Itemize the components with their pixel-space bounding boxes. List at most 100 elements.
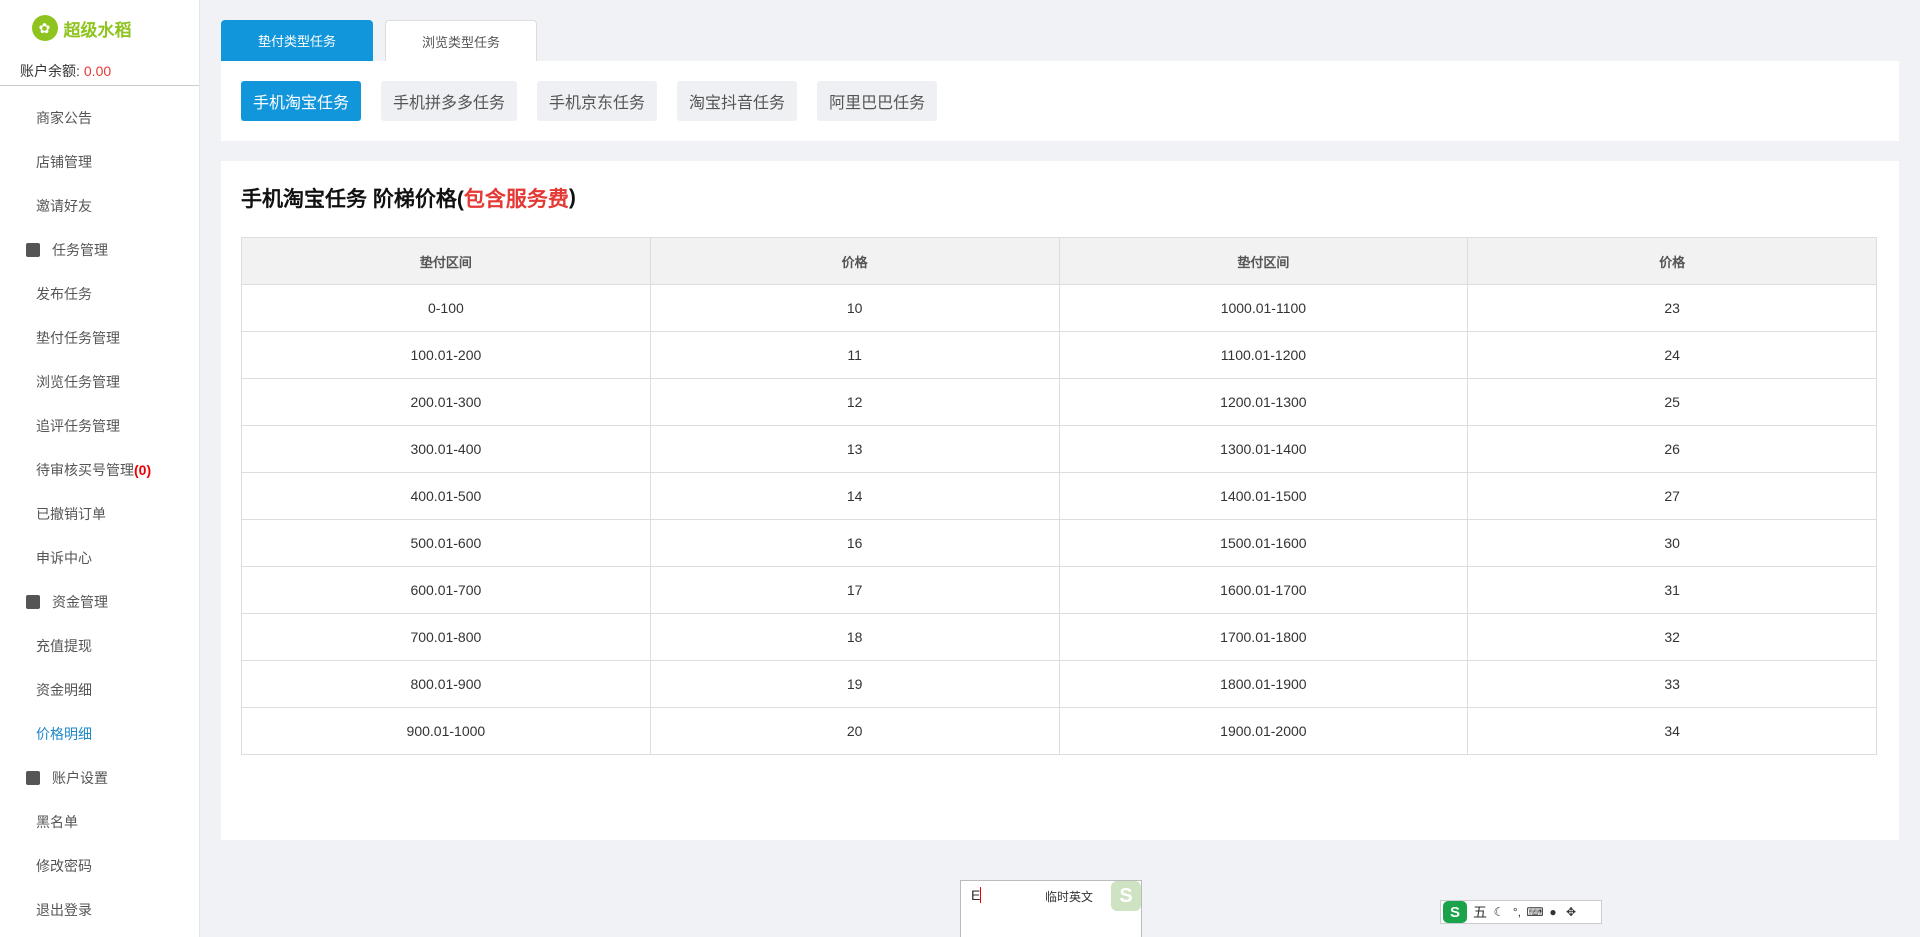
sidebar-item-18[interactable]: 退出登录 xyxy=(0,888,199,932)
sidebar-item-label: 已撤销订单 xyxy=(36,506,106,522)
table-cell: 26 xyxy=(1467,425,1877,473)
ime-hint: 临时英文 xyxy=(1045,890,1094,904)
table-cell: 23 xyxy=(1467,284,1877,332)
sidebar-item-4[interactable]: 发布任务 xyxy=(0,272,199,316)
sidebar-item-13[interactable]: 资金明细 xyxy=(0,668,199,712)
table-row: 400.01-500 14 1400.01-1500 27 xyxy=(241,472,1877,520)
sidebar-item-label: 发布任务 xyxy=(36,286,92,302)
table-cell: 400.01-500 xyxy=(241,472,651,520)
table-cell: 20 xyxy=(649,707,1060,755)
table-cell: 100.01-200 xyxy=(241,331,651,379)
sidebar-group-3[interactable]: 任务管理 xyxy=(0,228,199,272)
sidebar-item-9[interactable]: 已撤销订单 xyxy=(0,492,199,536)
price-table: 垫付区间 价格 垫付区间 价格 0-100 10 1000.01-1100 23 100.01… xyxy=(241,237,1877,755)
platform-tab-2[interactable]: 手机京东任务 xyxy=(537,81,658,121)
tab-0[interactable]: 垫付类型任务 xyxy=(221,20,373,61)
table-cell: 300.01-400 xyxy=(241,425,651,473)
table-cell: 1700.01-1800 xyxy=(1058,613,1469,661)
table-cell: 19 xyxy=(649,660,1060,708)
apps-icon[interactable]: ✥ xyxy=(1565,905,1577,919)
group-icon xyxy=(26,243,40,257)
moon-icon[interactable]: ☾ xyxy=(1493,905,1505,919)
table-cell: 900.01-1000 xyxy=(241,707,651,755)
sidebar-item-14[interactable]: 价格明细 xyxy=(0,712,199,756)
table-row: 600.01-700 17 1600.01-1700 31 xyxy=(241,566,1877,614)
sidebar-item-label: 商家公告 xyxy=(36,110,92,126)
table-cell: 16 xyxy=(649,519,1060,567)
table-cell: 1000.01-1100 xyxy=(1058,284,1469,332)
sidebar-item-0[interactable]: 商家公告 xyxy=(0,96,199,140)
sidebar-item-16[interactable]: 黑名单 xyxy=(0,800,199,844)
user-icon[interactable]: ● xyxy=(1547,905,1559,919)
column-header: 价格 xyxy=(1467,237,1877,285)
table-row: 500.01-600 16 1500.01-1600 30 xyxy=(241,519,1877,567)
column-header: 价格 xyxy=(649,237,1060,285)
table-cell: 14 xyxy=(649,472,1060,520)
pending-count-badge: (0) xyxy=(134,462,152,478)
sidebar-item-label: 店铺管理 xyxy=(36,154,92,170)
ime-input-text: E xyxy=(971,887,981,903)
table-row: 200.01-300 12 1200.01-1300 25 xyxy=(241,378,1877,426)
table-cell: 31 xyxy=(1467,566,1877,614)
price-panel: 手机淘宝任务 阶梯价格(包含服务费) 垫付区间 价格 垫付区间 价格 0-100 10 1… xyxy=(221,161,1899,840)
ime-composition-window: E 临时英文 S xyxy=(960,880,1142,937)
sidebar-item-label: 账户设置 xyxy=(52,770,108,786)
sidebar-item-2[interactable]: 邀请好友 xyxy=(0,184,199,228)
title-highlight: 包含服务费 xyxy=(463,188,569,211)
sidebar-group-15[interactable]: 账户设置 xyxy=(0,756,199,800)
sogou-icon[interactable]: S xyxy=(1443,901,1467,923)
table-header-row: 垫付区间 价格 垫付区间 价格 xyxy=(241,237,1877,285)
punctuation-icon[interactable]: °, xyxy=(1511,905,1523,919)
table-row: 700.01-800 18 1700.01-1800 32 xyxy=(241,613,1877,661)
sidebar-item-17[interactable]: 修改密码 xyxy=(0,844,199,888)
tab-1[interactable]: 浏览类型任务 xyxy=(385,20,537,61)
table-cell: 10 xyxy=(649,284,1060,332)
platform-tabs: 手机淘宝任务 手机拼多多任务 手机京东任务 淘宝抖音任务 阿里巴巴任务 xyxy=(221,61,1899,141)
table-cell: 800.01-900 xyxy=(241,660,651,708)
platform-tab-3[interactable]: 淘宝抖音任务 xyxy=(677,81,798,121)
sidebar-item-label: 垫付任务管理 xyxy=(36,330,120,346)
table-cell: 33 xyxy=(1467,660,1877,708)
table-cell: 11 xyxy=(649,331,1060,379)
sidebar-item-12[interactable]: 充值提现 xyxy=(0,624,199,668)
sidebar-group-11[interactable]: 资金管理 xyxy=(0,580,199,624)
logo-text: 超级水稻 xyxy=(63,20,132,40)
sidebar-item-label: 修改密码 xyxy=(36,858,92,874)
page-title: 手机淘宝任务 阶梯价格(包含服务费) xyxy=(241,181,1879,215)
table-row: 800.01-900 19 1800.01-1900 33 xyxy=(241,660,1877,708)
table-cell: 600.01-700 xyxy=(241,566,651,614)
balance-value: 0.00 xyxy=(83,62,112,79)
account-balance: 账户余额: 0.00 xyxy=(0,56,199,86)
keyboard-icon[interactable]: ⌨ xyxy=(1526,905,1543,919)
sidebar-item-label: 充值提现 xyxy=(36,638,92,654)
platform-tab-0[interactable]: 手机淘宝任务 xyxy=(241,81,362,121)
ime-mode[interactable]: 五 xyxy=(1473,902,1487,922)
table-cell: 0-100 xyxy=(241,284,651,332)
sidebar-item-1[interactable]: 店铺管理 xyxy=(0,140,199,184)
sidebar-item-label: 浏览任务管理 xyxy=(36,374,120,390)
sidebar-menu: 商家公告店铺管理邀请好友任务管理发布任务垫付任务管理 浏览任务管理 追评任务管理待审… xyxy=(0,86,199,932)
sidebar-item-10[interactable]: 申诉中心 xyxy=(0,536,199,580)
sidebar-item-5[interactable]: 垫付任务管理 xyxy=(0,316,199,360)
sidebar-item-label: 任务管理 xyxy=(52,242,108,258)
table-cell: 1900.01-2000 xyxy=(1058,707,1469,755)
sidebar-item-label: 资金明细 xyxy=(36,682,92,698)
sidebar-item-label: 申诉中心 xyxy=(36,550,92,566)
platform-tab-1[interactable]: 手机拼多多任务 xyxy=(381,81,518,121)
column-header: 垫付区间 xyxy=(241,237,651,285)
platform-tab-4[interactable]: 阿里巴巴任务 xyxy=(817,81,938,121)
table-cell: 1300.01-1400 xyxy=(1058,425,1469,473)
logo[interactable]: ✿ 超级水稻 xyxy=(0,0,199,56)
sidebar-item-6[interactable]: 浏览任务管理 xyxy=(0,360,199,404)
rice-logo-icon: ✿ xyxy=(31,15,58,41)
sogou-logo-icon: S xyxy=(1111,881,1141,911)
table-row: 100.01-200 11 1100.01-1200 24 xyxy=(241,331,1877,379)
title-close: ) xyxy=(568,186,576,209)
table-cell: 30 xyxy=(1467,519,1877,567)
sidebar-item-label: 邀请好友 xyxy=(36,198,92,214)
ime-status-bar[interactable]: S 五 ☾ °, ⌨ ● ✥ xyxy=(1440,900,1602,924)
table-cell: 700.01-800 xyxy=(241,613,651,661)
sidebar-item-7[interactable]: 追评任务管理 xyxy=(0,404,199,448)
sidebar-item-label: 追评任务管理 xyxy=(36,418,120,434)
sidebar-item-8[interactable]: 待审核买号管理 (0) xyxy=(0,448,199,492)
